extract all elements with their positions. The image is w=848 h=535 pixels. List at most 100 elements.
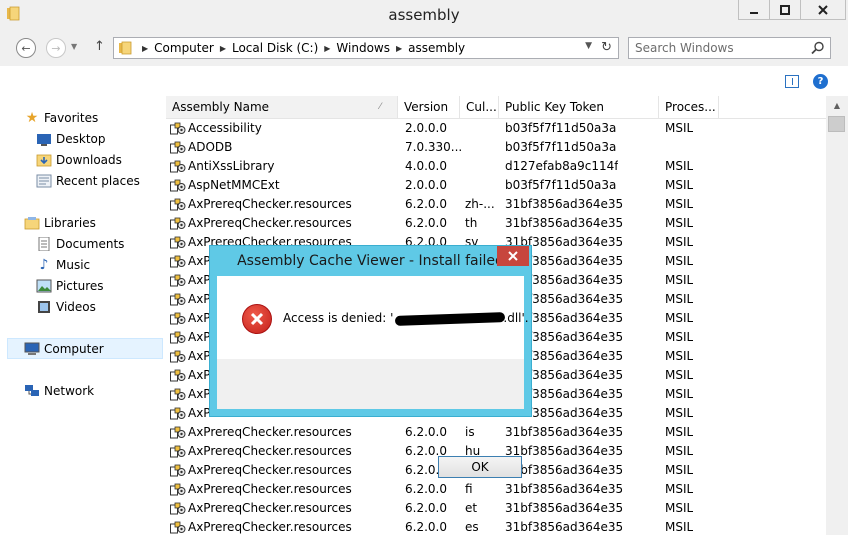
breadcrumb-item-local-disk[interactable]: Local Disk (C:) <box>232 41 318 55</box>
assembly-icon <box>170 445 186 458</box>
breadcrumb-item-windows[interactable]: Windows <box>336 41 390 55</box>
nav-item-pictures[interactable]: Pictures <box>36 277 104 295</box>
cell-arch: MSIL <box>665 368 694 382</box>
cell-arch: MSIL <box>665 463 694 477</box>
forward-button[interactable]: → <box>46 38 66 58</box>
nav-computer[interactable]: Computer <box>24 340 104 358</box>
cell-version: 6.2.0.0 <box>405 197 447 211</box>
computer-icon <box>24 342 40 356</box>
cell-culture: th <box>465 216 478 230</box>
table-row[interactable]: AxPrereqChecker.resources 6.2.0.0 es 31bf38… <box>166 518 826 535</box>
assembly-icon <box>170 179 186 192</box>
nav-libraries[interactable]: Libraries <box>24 214 96 232</box>
cell-name: AxPrereqChecker.resources <box>188 425 352 439</box>
table-row[interactable]: AxPrereqChecker.resources 6.2.0.0 et 31bf38… <box>166 499 826 518</box>
cell-arch: MSIL <box>665 292 694 306</box>
assembly-icon <box>170 274 186 287</box>
column-header-culture[interactable]: Cul... <box>460 96 499 118</box>
nav-item-videos[interactable]: Videos <box>36 298 96 316</box>
nav-item-desktop[interactable]: Desktop <box>36 130 106 148</box>
cell-arch: MSIL <box>665 406 694 420</box>
cell-culture: es <box>465 520 479 534</box>
scrollbar-thumb[interactable] <box>828 116 845 132</box>
nav-item-music[interactable]: ♪ Music <box>36 256 91 274</box>
address-dropdown-icon[interactable]: ▼ <box>585 41 592 51</box>
assembly-icon <box>170 160 186 173</box>
up-button[interactable]: ↑ <box>94 39 105 54</box>
cell-arch: MSIL <box>665 387 694 401</box>
close-button[interactable] <box>800 0 846 20</box>
dialog-close-button[interactable] <box>497 246 529 266</box>
cell-arch: MSIL <box>665 444 694 458</box>
cell-arch: MSIL <box>665 254 694 268</box>
error-dialog: Assembly Cache Viewer - Install failed A… <box>209 245 532 478</box>
table-row[interactable]: AxPrereqChecker.resources 6.2.0.0 fi 31bf38… <box>166 480 826 499</box>
downloads-folder-icon <box>36 153 52 167</box>
cell-token: b03f5f7f11d50a3a <box>505 178 617 192</box>
cell-name: AxP <box>188 368 211 382</box>
nav-network[interactable]: Network <box>24 382 94 400</box>
error-message-prefix: Access is denied: ' <box>283 311 394 325</box>
cell-arch: MSIL <box>665 311 694 325</box>
command-bar: ? <box>0 66 848 96</box>
address-bar[interactable]: ▶ Computer ▶ Local Disk (C:) ▶ Windows ▶… <box>113 37 619 59</box>
search-input[interactable] <box>635 40 805 56</box>
table-row[interactable]: ADODB 7.0.330... b03f5f7f11d50a3a <box>166 138 826 157</box>
sort-ascending-icon: ⁄ <box>379 102 381 112</box>
assembly-icon <box>170 350 186 363</box>
close-icon <box>818 4 828 15</box>
search-icon[interactable] <box>811 41 825 55</box>
table-row[interactable]: AspNetMMCExt 2.0.0.0 b03f5f7f11d50a3a MSIL <box>166 176 826 195</box>
table-row[interactable]: AxPrereqChecker.resources 6.2.0.0 th 31bf38… <box>166 214 826 233</box>
search-box <box>628 37 831 59</box>
refresh-icon[interactable]: ↻ <box>601 40 612 55</box>
breadcrumb-item-assembly[interactable]: assembly <box>408 41 465 55</box>
cell-version: 6.2.0.0 <box>405 216 447 230</box>
assembly-icon <box>170 255 186 268</box>
maximize-icon <box>780 4 790 15</box>
column-header-version[interactable]: Version <box>398 96 460 118</box>
column-header-label: Version <box>404 100 449 114</box>
column-header-label: Assembly Name <box>172 100 270 114</box>
table-row[interactable]: Accessibility 2.0.0.0 b03f5f7f11d50a3a MSIL <box>166 119 826 138</box>
maximize-button[interactable] <box>769 0 801 20</box>
column-header-public-key-token[interactable]: Public Key Token <box>499 96 659 118</box>
table-row[interactable]: AntiXssLibrary 4.0.0.0 d127efab8a9c114f MSI… <box>166 157 826 176</box>
cell-version: 6.2.0.0 <box>405 501 447 515</box>
nav-item-recent-places[interactable]: Recent places <box>36 172 140 190</box>
cell-name: AxP <box>188 387 211 401</box>
error-icon <box>242 304 272 334</box>
cell-version: 7.0.330... <box>405 140 463 154</box>
cell-name: AxPrereqChecker.resources <box>188 197 352 211</box>
nav-item-documents[interactable]: Documents <box>36 235 124 253</box>
close-icon <box>508 251 518 261</box>
back-button[interactable]: ← <box>16 38 36 58</box>
preview-pane-icon[interactable] <box>785 75 799 88</box>
network-icon <box>24 384 40 398</box>
table-row[interactable]: AxPrereqChecker.resources 6.2.0.0 is 31bf38… <box>166 423 826 442</box>
column-header-processor-architecture[interactable]: Proces... <box>659 96 719 118</box>
nav-item-downloads[interactable]: Downloads <box>36 151 122 169</box>
assembly-icon <box>170 312 186 325</box>
desktop-icon <box>36 132 52 146</box>
cell-name: AspNetMMCExt <box>188 178 280 192</box>
ok-button[interactable]: OK <box>438 456 522 478</box>
nav-favorites[interactable]: ★ Favorites <box>24 109 99 127</box>
assembly-icon <box>170 198 186 211</box>
nav-favorites-label: Favorites <box>44 111 99 125</box>
scroll-up-icon[interactable]: ▲ <box>826 96 848 114</box>
table-row[interactable]: AxPrereqChecker.resources 6.2.0.0 zh-... 31… <box>166 195 826 214</box>
cell-arch: MSIL <box>665 235 694 249</box>
minimize-button[interactable] <box>738 0 770 20</box>
column-header-assembly-name[interactable]: Assembly Name ⁄ <box>166 96 398 118</box>
breadcrumb-item-computer[interactable]: Computer <box>154 41 214 55</box>
help-icon[interactable]: ? <box>813 74 828 89</box>
address-row: ← → ▼ ↑ ▶ Computer ▶ Local Disk (C:) ▶ W… <box>0 30 848 66</box>
cell-name: AxPrereqChecker.resources <box>188 444 352 458</box>
recent-locations-dropdown[interactable]: ▼ <box>71 42 77 51</box>
assembly-icon <box>170 521 186 534</box>
cell-token: b03f5f7f11d50a3a <box>505 121 617 135</box>
cell-name: AxPrereqChecker.resources <box>188 463 352 477</box>
error-message: Access is denied: ' .dll'. <box>283 311 529 326</box>
vertical-scrollbar[interactable]: ▲ <box>826 96 848 535</box>
